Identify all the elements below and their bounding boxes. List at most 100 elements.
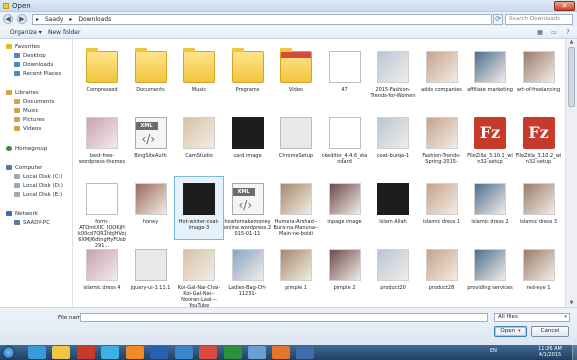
clock[interactable]: 11:26 AM 4/1/2015 bbox=[530, 346, 570, 358]
vlc-icon[interactable] bbox=[126, 346, 144, 359]
close-button[interactable]: ✕ bbox=[554, 1, 575, 11]
file-item[interactable]: Documents bbox=[127, 45, 175, 107]
sidebar-item-local-disk-d[interactable]: Local Disk (D:) bbox=[14, 182, 63, 190]
file-item[interactable]: product20 bbox=[369, 243, 417, 305]
camera-icon[interactable] bbox=[248, 346, 266, 359]
file-item[interactable]: islamic dress 2 bbox=[466, 177, 514, 239]
file-item[interactable]: 2015-Fashion-Trends-for-Women bbox=[369, 45, 417, 107]
file-item[interactable]: Programs bbox=[224, 45, 272, 107]
clock-date: 4/1/2015 bbox=[538, 352, 562, 358]
file-item[interactable]: card image bbox=[224, 111, 272, 173]
filezilla-icon: Fz bbox=[474, 117, 506, 149]
sidebar-item-local-disk-e[interactable]: Local Disk (E:) bbox=[14, 191, 62, 199]
file-item[interactable]: Ladies-Bag-CH-11231- bbox=[224, 243, 272, 305]
refresh-icon[interactable]: ⟳ bbox=[493, 14, 503, 25]
file-name: islamic dress 3 bbox=[519, 219, 558, 225]
file-item[interactable]: Music bbox=[175, 45, 223, 107]
file-item[interactable]: honey bbox=[127, 177, 175, 239]
file-item[interactable]: adds companies bbox=[418, 45, 466, 107]
file-item[interactable]: 47 bbox=[321, 45, 369, 107]
file-item[interactable]: Islam Allah bbox=[369, 177, 417, 239]
skype-icon[interactable] bbox=[101, 346, 119, 359]
sidebar-item-local-disk-c[interactable]: Local Disk (C:) bbox=[14, 173, 63, 181]
file-item[interactable]: ckeditor_4.4.6_standard bbox=[321, 111, 369, 173]
file-item[interactable]: jquery-ui-1.11.1 bbox=[127, 243, 175, 305]
file-item[interactable]: product28 bbox=[418, 243, 466, 305]
file-item[interactable]: Fz FileZilla_3.10.2_win32-setup bbox=[515, 111, 563, 173]
sidebar-item-desktop[interactable]: Desktop bbox=[14, 52, 46, 60]
camtasia-icon[interactable] bbox=[224, 346, 242, 359]
file-item[interactable]: Video bbox=[272, 45, 320, 107]
filezilla-icon[interactable] bbox=[77, 346, 95, 359]
sidebar-network[interactable]: Network bbox=[6, 210, 38, 218]
sidebar-item-recent-places[interactable]: Recent Places bbox=[14, 70, 61, 78]
file-item[interactable]: XML ‹/› howtomakemoneyonline.wordpress.201… bbox=[224, 177, 272, 239]
breadcrumb-saady[interactable]: Saady bbox=[45, 16, 64, 23]
xampp-icon[interactable] bbox=[272, 346, 290, 359]
sidebar-favorites[interactable]: Favorites bbox=[6, 43, 40, 51]
back-button[interactable]: ◀ bbox=[3, 14, 13, 24]
file-name: howtomakemoneyonline.wordpress.2015-01-1… bbox=[223, 219, 272, 237]
vertical-scrollbar[interactable]: ▲ ▼ bbox=[565, 39, 577, 307]
file-item[interactable]: Hot-winter-coat-image-3 bbox=[174, 176, 224, 240]
file-item[interactable]: Humera-Arshad--Bura-na-Manuna--Main-ne-b… bbox=[272, 177, 320, 239]
sidebar-item-saady-pc[interactable]: SAADY-PC bbox=[14, 219, 50, 227]
new-folder-button[interactable]: New folder bbox=[48, 29, 80, 36]
open-button[interactable]: Open ▾ bbox=[494, 326, 527, 337]
preview-pane-icon[interactable]: ▭ bbox=[548, 28, 560, 37]
cancel-button[interactable]: Cancel bbox=[531, 326, 569, 337]
address-bar[interactable]: ▸ Saady ▸ Downloads bbox=[32, 14, 492, 25]
view-options-icon[interactable]: ▦ bbox=[534, 28, 546, 37]
file-item[interactable]: red-eye 1 bbox=[515, 243, 563, 305]
sidebar-libraries[interactable]: Libraries bbox=[6, 89, 39, 97]
file-name: Compressed bbox=[86, 87, 118, 93]
search-input[interactable]: Search Downloads bbox=[505, 14, 573, 25]
window-app-icon[interactable] bbox=[296, 346, 314, 359]
file-type-select[interactable]: All files ▾ bbox=[494, 313, 570, 322]
file-item[interactable]: Fashion-Trends-Spring-2015- bbox=[418, 111, 466, 173]
sidebar-homegroup[interactable]: Homegroup bbox=[6, 145, 47, 153]
sidebar-item-videos[interactable]: Videos bbox=[14, 125, 41, 133]
sidebar-item-music[interactable]: Music bbox=[14, 107, 39, 115]
file-name-input[interactable] bbox=[80, 313, 488, 322]
sidebar-computer[interactable]: Computer bbox=[6, 164, 42, 172]
explorer-icon[interactable] bbox=[52, 346, 70, 359]
sidebar-item-pictures[interactable]: Pictures bbox=[14, 116, 45, 124]
file-item[interactable]: islamic dress 4 bbox=[78, 243, 126, 305]
organize-menu[interactable]: Organize ▾ bbox=[10, 29, 42, 36]
show-desktop-button[interactable] bbox=[572, 345, 577, 360]
chrome-icon[interactable] bbox=[199, 346, 217, 359]
start-button[interactable] bbox=[2, 346, 15, 359]
forward-button[interactable]: ▶ bbox=[17, 14, 27, 24]
image-thumbnail bbox=[328, 183, 361, 215]
file-item[interactable]: Fz FileZilla_3.10.1_win32-setup bbox=[466, 111, 514, 173]
file-item[interactable]: inpage image bbox=[321, 177, 369, 239]
file-item[interactable]: form-ATOmtXIC_IOOKjHk00cd7QR1hbJHVoj6XMj… bbox=[78, 177, 126, 249]
help-icon[interactable]: ? bbox=[562, 28, 574, 37]
file-name: best-free-wordpress-themes bbox=[78, 153, 126, 165]
ie-icon[interactable] bbox=[28, 346, 46, 359]
file-item[interactable]: islamic dress 1 bbox=[418, 177, 466, 239]
file-item[interactable]: coat-burqa-1 bbox=[369, 111, 417, 173]
file-item[interactable]: islamic dress 3 bbox=[515, 177, 563, 239]
scrollbar-thumb[interactable] bbox=[568, 47, 575, 107]
scroll-up-icon[interactable]: ▲ bbox=[567, 39, 576, 46]
file-item[interactable]: providing services bbox=[466, 243, 514, 305]
file-item[interactable]: art-of-freelancing bbox=[515, 45, 563, 107]
sidebar-item-downloads[interactable]: Downloads bbox=[14, 61, 53, 69]
word-icon[interactable] bbox=[150, 346, 168, 359]
file-item[interactable]: Compressed bbox=[78, 45, 126, 107]
file-item[interactable]: XML ‹/› BingSiteAuth bbox=[127, 111, 175, 173]
file-item[interactable]: Koi-Gal-Nai-Chai-Koi-Gal-Nai--Nooran-Laa… bbox=[175, 243, 223, 307]
breadcrumb-downloads[interactable]: Downloads bbox=[78, 16, 111, 23]
sidebar-item-documents[interactable]: Documents bbox=[14, 98, 54, 106]
file-item[interactable]: ChromeSetup bbox=[272, 111, 320, 173]
language-indicator[interactable]: EN bbox=[490, 348, 497, 354]
file-item[interactable]: affiliate marketing bbox=[466, 45, 514, 107]
ie-icon[interactable] bbox=[175, 346, 193, 359]
file-item[interactable]: pimple 1 bbox=[272, 243, 320, 305]
scroll-down-icon[interactable]: ▼ bbox=[567, 300, 576, 307]
file-item[interactable]: best-free-wordpress-themes bbox=[78, 111, 126, 173]
file-item[interactable]: CamStudio bbox=[175, 111, 223, 173]
file-item[interactable]: pimple 2 bbox=[321, 243, 369, 305]
